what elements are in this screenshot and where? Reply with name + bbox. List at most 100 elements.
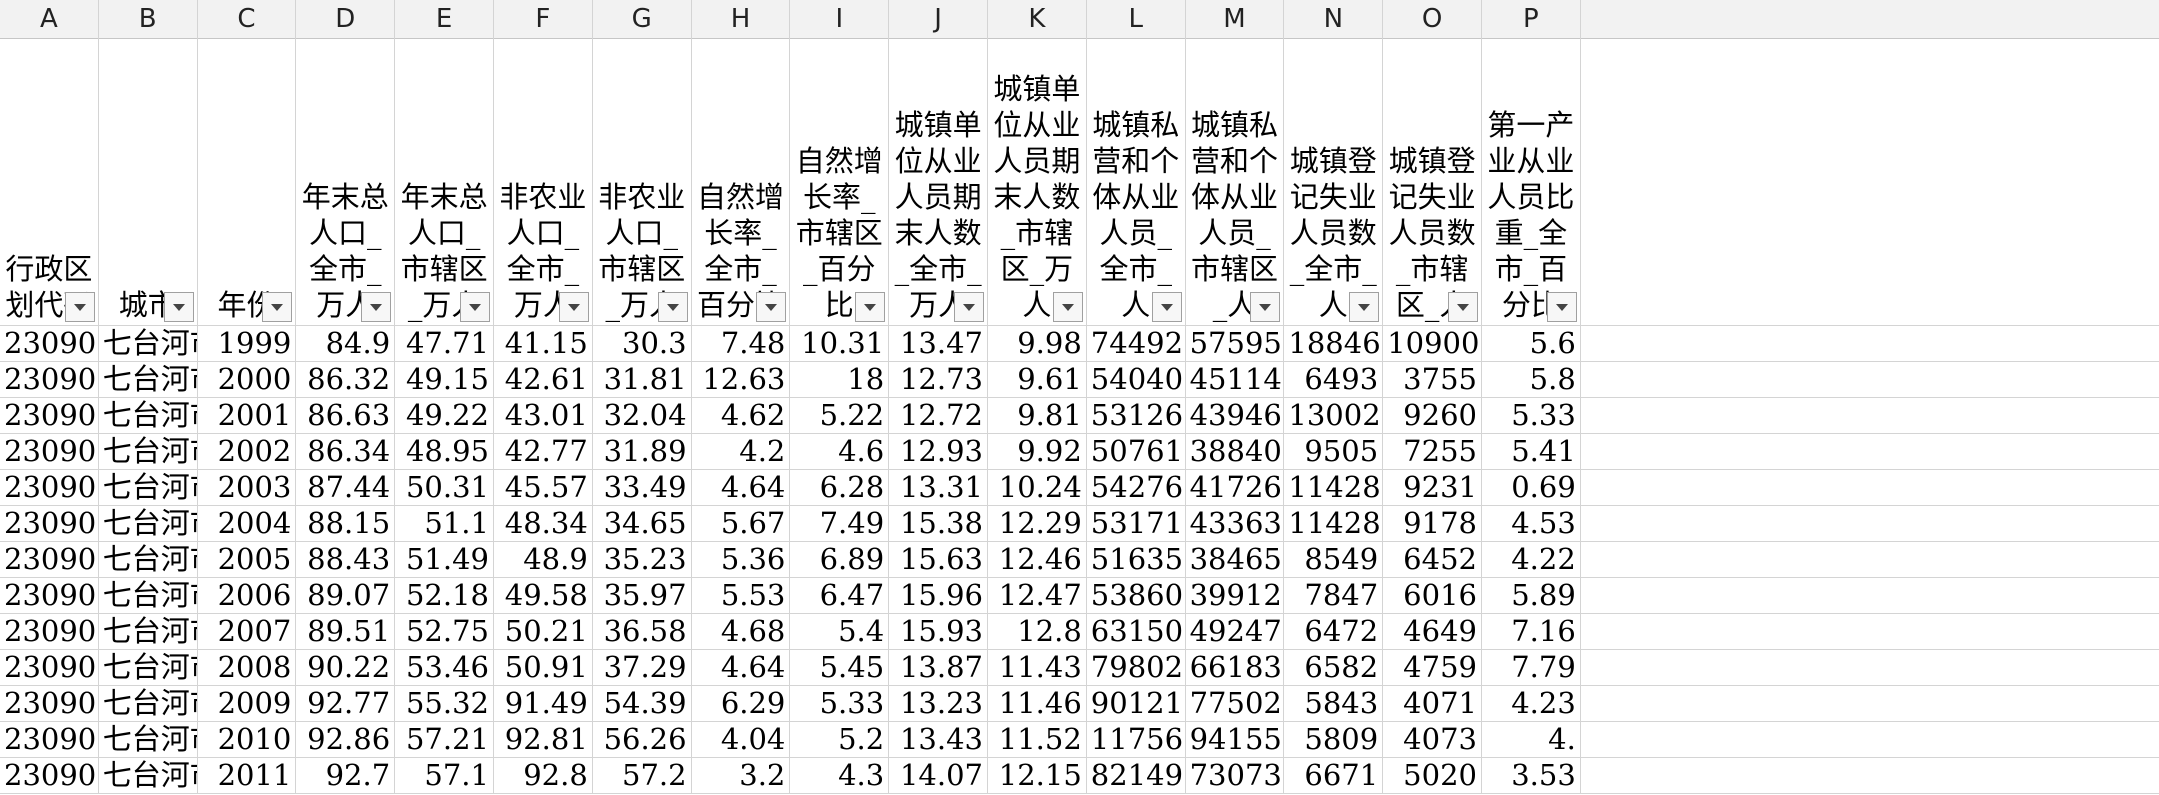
cell-e[interactable]: 52.75 bbox=[395, 614, 494, 649]
cell-j[interactable]: 13.43 bbox=[889, 722, 988, 757]
column-letter-b[interactable]: B bbox=[99, 0, 198, 38]
cell-g[interactable]: 35.23 bbox=[593, 542, 692, 577]
header-cell-b[interactable]: 城市 bbox=[99, 38, 198, 325]
cell-k[interactable]: 9.61 bbox=[988, 362, 1087, 397]
cell-e[interactable]: 51.49 bbox=[395, 542, 494, 577]
cell-p[interactable]: 4. bbox=[1482, 722, 1581, 757]
cell-a[interactable]: 230900 bbox=[0, 542, 99, 577]
cell-i[interactable]: 5.22 bbox=[790, 398, 890, 433]
cell-h[interactable]: 5.53 bbox=[692, 578, 791, 613]
cell-b[interactable]: 七台河市 bbox=[99, 326, 198, 361]
cell-d[interactable]: 88.15 bbox=[296, 506, 396, 541]
cell-g[interactable]: 32.04 bbox=[593, 398, 692, 433]
cell-a[interactable]: 230900 bbox=[0, 650, 99, 685]
filter-dropdown-icon[interactable] bbox=[953, 292, 984, 322]
cell-f[interactable]: 42.77 bbox=[494, 434, 593, 469]
cell-l[interactable]: 53171 bbox=[1087, 506, 1186, 541]
column-letter-l[interactable]: L bbox=[1087, 0, 1186, 38]
cell-n[interactable]: 18846 bbox=[1284, 326, 1384, 361]
cell-p[interactable]: 5.89 bbox=[1482, 578, 1581, 613]
cell-c[interactable]: 2010 bbox=[198, 722, 297, 757]
header-cell-f[interactable]: 非农业人口_全市_万人 bbox=[494, 38, 593, 325]
filter-dropdown-icon[interactable] bbox=[1447, 292, 1478, 322]
cell-h[interactable]: 12.63 bbox=[692, 362, 791, 397]
cell-a[interactable]: 230900 bbox=[0, 398, 99, 433]
cell-n[interactable]: 6582 bbox=[1284, 650, 1384, 685]
filter-dropdown-icon[interactable] bbox=[459, 292, 490, 322]
cell-a[interactable]: 230900 bbox=[0, 434, 99, 469]
column-letter-a[interactable]: A bbox=[0, 0, 99, 38]
cell-o[interactable]: 3755 bbox=[1383, 362, 1482, 397]
filter-dropdown-icon[interactable] bbox=[657, 292, 688, 322]
cell-d[interactable]: 92.7 bbox=[296, 758, 396, 793]
cell-m[interactable]: 66183 bbox=[1186, 650, 1285, 685]
cell-i[interactable]: 4.3 bbox=[790, 758, 890, 793]
cell-j[interactable]: 14.07 bbox=[889, 758, 988, 793]
cell-d[interactable]: 92.86 bbox=[296, 722, 396, 757]
column-letter-m[interactable]: M bbox=[1186, 0, 1285, 38]
cell-c[interactable]: 2000 bbox=[198, 362, 297, 397]
cell-c[interactable]: 2005 bbox=[198, 542, 297, 577]
cell-c[interactable]: 2003 bbox=[198, 470, 297, 505]
cell-l[interactable]: 63150 bbox=[1087, 614, 1186, 649]
cell-f[interactable]: 49.58 bbox=[494, 578, 593, 613]
header-cell-l[interactable]: 城镇私营和个体从业人员_全市_人 bbox=[1087, 38, 1186, 325]
cell-n[interactable]: 11428 bbox=[1284, 470, 1384, 505]
cell-f[interactable]: 50.91 bbox=[494, 650, 593, 685]
cell-m[interactable]: 45114 bbox=[1186, 362, 1285, 397]
header-cell-o[interactable]: 城镇登记失业人员数_市辖区_人 bbox=[1383, 38, 1482, 325]
cell-h[interactable]: 4.04 bbox=[692, 722, 791, 757]
cell-o[interactable]: 10900 bbox=[1383, 326, 1482, 361]
cell-b[interactable]: 七台河市 bbox=[99, 686, 198, 721]
cell-i[interactable]: 7.49 bbox=[790, 506, 890, 541]
filter-dropdown-icon[interactable] bbox=[1250, 292, 1281, 322]
cell-o[interactable]: 9231 bbox=[1383, 470, 1482, 505]
cell-p[interactable]: 5.41 bbox=[1482, 434, 1581, 469]
cell-j[interactable]: 12.93 bbox=[889, 434, 988, 469]
cell-b[interactable]: 七台河市 bbox=[99, 398, 198, 433]
cell-b[interactable]: 七台河市 bbox=[99, 578, 198, 613]
cell-k[interactable]: 11.46 bbox=[988, 686, 1087, 721]
cell-g[interactable]: 30.3 bbox=[593, 326, 692, 361]
cell-p[interactable]: 4.53 bbox=[1482, 506, 1581, 541]
cell-n[interactable]: 7847 bbox=[1284, 578, 1384, 613]
column-letter-p[interactable]: P bbox=[1482, 0, 1581, 38]
cell-m[interactable]: 41726 bbox=[1186, 470, 1285, 505]
cell-a[interactable]: 230900 bbox=[0, 722, 99, 757]
cell-e[interactable]: 57.21 bbox=[395, 722, 494, 757]
cell-f[interactable]: 92.81 bbox=[494, 722, 593, 757]
column-letter-k[interactable]: K bbox=[988, 0, 1087, 38]
cell-i[interactable]: 5.2 bbox=[790, 722, 890, 757]
column-letter-i[interactable]: I bbox=[790, 0, 890, 38]
cell-n[interactable]: 13002 bbox=[1284, 398, 1384, 433]
header-cell-j[interactable]: 城镇单位从业人员期末人数_全市_万人 bbox=[889, 38, 988, 325]
cell-k[interactable]: 9.98 bbox=[988, 326, 1087, 361]
cell-a[interactable]: 230900 bbox=[0, 614, 99, 649]
cell-h[interactable]: 4.68 bbox=[692, 614, 791, 649]
cell-m[interactable]: 38840 bbox=[1186, 434, 1285, 469]
cell-f[interactable]: 91.49 bbox=[494, 686, 593, 721]
cell-k[interactable]: 9.92 bbox=[988, 434, 1087, 469]
cell-g[interactable]: 37.29 bbox=[593, 650, 692, 685]
cell-d[interactable]: 86.63 bbox=[296, 398, 396, 433]
cell-h[interactable]: 4.64 bbox=[692, 470, 791, 505]
cell-e[interactable]: 52.18 bbox=[395, 578, 494, 613]
header-cell-p[interactable]: 第一产业从业人员比重_全市_百分比 bbox=[1482, 38, 1581, 325]
filter-dropdown-icon[interactable] bbox=[1052, 292, 1083, 322]
cell-j[interactable]: 12.72 bbox=[889, 398, 988, 433]
cell-n[interactable]: 8549 bbox=[1284, 542, 1384, 577]
column-letter-c[interactable]: C bbox=[198, 0, 297, 38]
cell-l[interactable]: 117565 bbox=[1087, 722, 1186, 757]
column-letter-e[interactable]: E bbox=[395, 0, 494, 38]
cell-h[interactable]: 4.2 bbox=[692, 434, 791, 469]
cell-o[interactable]: 6452 bbox=[1383, 542, 1482, 577]
cell-h[interactable]: 3.2 bbox=[692, 758, 791, 793]
cell-m[interactable]: 43363 bbox=[1186, 506, 1285, 541]
cell-f[interactable]: 92.8 bbox=[494, 758, 593, 793]
cell-c[interactable]: 2006 bbox=[198, 578, 297, 613]
cell-m[interactable]: 43946 bbox=[1186, 398, 1285, 433]
cell-k[interactable]: 12.46 bbox=[988, 542, 1087, 577]
cell-c[interactable]: 2008 bbox=[198, 650, 297, 685]
cell-d[interactable]: 86.34 bbox=[296, 434, 396, 469]
cell-i[interactable]: 6.89 bbox=[790, 542, 890, 577]
